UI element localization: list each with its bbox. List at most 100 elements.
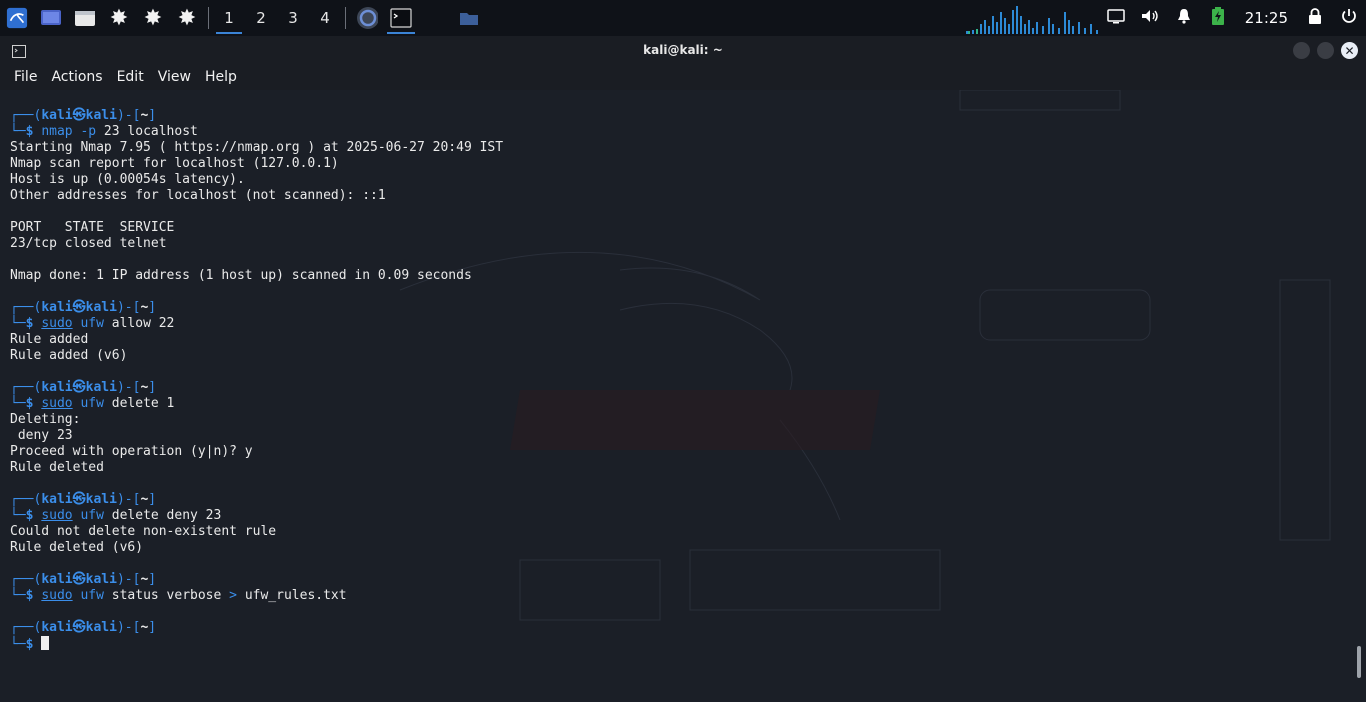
terminal-text: ┌──( — [10, 300, 42, 315]
command-text: ufw — [80, 588, 104, 603]
menu-help[interactable]: Help — [198, 69, 244, 85]
command-text: delete 1 — [103, 396, 175, 411]
maximize-button[interactable] — [1317, 42, 1334, 59]
terminal-text: ] — [148, 492, 157, 507]
prompt-line: └─$ sudo ufw delete deny 23 — [10, 508, 503, 524]
battery-indicator[interactable] — [1201, 0, 1235, 36]
menu-bar: File Actions Edit View Help — [0, 64, 1366, 90]
clock[interactable]: 21:25 — [1235, 9, 1298, 27]
prompt-user: kali — [41, 572, 73, 587]
workspace-1[interactable]: 1 — [213, 0, 245, 36]
terminal-text: )-[ — [116, 108, 141, 123]
top-panel: ✸ ✸ ✸ 1 2 3 4 21:25 — [0, 0, 1366, 36]
prompt-user: kali — [41, 380, 73, 395]
files-launcher[interactable] — [68, 0, 102, 36]
prompt-line: └─$ sudo ufw allow 22 — [10, 316, 503, 332]
terminal-text: )-[ — [116, 492, 141, 507]
volume-icon — [1140, 8, 1160, 28]
workspace-label: 2 — [256, 9, 266, 27]
terminal-text: └─ — [10, 588, 26, 603]
volume-indicator[interactable] — [1133, 0, 1167, 36]
command-text: delete deny 23 — [103, 508, 222, 523]
terminal-text: ┌──( — [10, 492, 42, 507]
command-text: 23 localhost — [96, 124, 198, 139]
output-line: Rule deleted — [10, 460, 104, 475]
terminal-text: └─ — [10, 637, 26, 652]
files-icon — [74, 7, 96, 29]
terminal-text: )-[ — [116, 380, 141, 395]
text-cursor — [41, 636, 50, 650]
terminal-text: ] — [148, 380, 157, 395]
command-text: allow 22 — [103, 316, 175, 331]
menu-edit[interactable]: Edit — [110, 69, 151, 85]
window-title: kali@kali: ~ — [643, 43, 723, 57]
menu-actions[interactable]: Actions — [44, 69, 109, 85]
workspace-3[interactable]: 3 — [277, 0, 309, 36]
command-text: ufw — [80, 396, 104, 411]
prompt-host: kali — [85, 620, 117, 635]
command-text: nmap — [41, 124, 73, 139]
prompt-line: └─$ sudo ufw delete 1 — [10, 396, 503, 412]
terminal-text: )-[ — [116, 620, 141, 635]
terminal-icon — [390, 7, 412, 29]
prompt-host: kali — [85, 380, 117, 395]
settings-launcher-2[interactable]: ✸ — [136, 0, 170, 36]
output-line: Could not delete non-existent rule — [10, 524, 277, 539]
terminal-text: └─ — [10, 124, 26, 139]
output-line: Nmap done: 1 IP address (1 host up) scan… — [10, 268, 472, 283]
scrollbar-thumb[interactable] — [1357, 646, 1361, 678]
workspace-4[interactable]: 4 — [309, 0, 341, 36]
prompt-user: kali — [41, 620, 73, 635]
network-monitor-graph — [966, 6, 1098, 34]
lock-screen-button[interactable] — [1298, 0, 1332, 36]
menu-view[interactable]: View — [151, 69, 198, 85]
lock-icon — [1308, 8, 1322, 28]
command-text: ufw — [80, 316, 104, 331]
show-desktop-button[interactable] — [34, 0, 68, 36]
terminal-text: ㉿ — [72, 492, 86, 507]
settings-launcher-1[interactable]: ✸ — [102, 0, 136, 36]
kali-menu-button[interactable] — [0, 0, 34, 36]
settings-launcher-3[interactable]: ✸ — [170, 0, 204, 36]
terminal-text: ] — [148, 572, 157, 587]
prompt-user: kali — [41, 300, 73, 315]
prompt-host: kali — [85, 300, 117, 315]
panel-separator — [208, 7, 209, 29]
terminal-text: ] — [148, 620, 157, 635]
terminal-text: ㉿ — [72, 572, 86, 587]
prompt-user: kali — [41, 492, 73, 507]
workspace-label: 3 — [288, 9, 298, 27]
browser-task[interactable] — [350, 0, 384, 36]
folder-task[interactable] — [452, 0, 486, 36]
notifications-indicator[interactable] — [1167, 0, 1201, 36]
workspace-label: 1 — [224, 9, 234, 27]
terminal-output: ┌──(kali㉿kali)-[~] └─$ nmap -p 23 localho… — [10, 108, 503, 652]
terminal-text: ┌──( — [10, 620, 42, 635]
terminal-task[interactable] — [384, 0, 418, 36]
menu-file[interactable]: File — [7, 69, 44, 85]
command-text: sudo — [41, 508, 73, 523]
window-titlebar[interactable]: kali@kali: ~ ✕ — [0, 36, 1366, 64]
terminal-text: $ — [25, 316, 42, 331]
logout-button[interactable] — [1332, 0, 1366, 36]
gear-icon: ✸ — [143, 5, 163, 31]
prompt-line: └─$ sudo ufw status verbose > ufw_rules.… — [10, 588, 503, 604]
output-line: Rule added (v6) — [10, 348, 128, 363]
close-icon: ✕ — [1344, 43, 1355, 58]
workspace-2[interactable]: 2 — [245, 0, 277, 36]
output-line: Other addresses for localhost (not scann… — [10, 188, 386, 203]
prompt-host: kali — [85, 572, 117, 587]
command-text: > — [229, 588, 237, 603]
terminal-text: ] — [148, 108, 157, 123]
minimize-button[interactable] — [1293, 42, 1310, 59]
terminal-text: └─ — [10, 316, 26, 331]
display-indicator[interactable] — [1099, 0, 1133, 36]
output-line: Rule added — [10, 332, 89, 347]
terminal-area[interactable]: ┌──(kali㉿kali)-[~] └─$ nmap -p 23 localho… — [0, 90, 1366, 702]
close-button[interactable]: ✕ — [1341, 42, 1358, 59]
terminal-text: ㉿ — [72, 380, 86, 395]
terminal-text: $ — [25, 508, 42, 523]
